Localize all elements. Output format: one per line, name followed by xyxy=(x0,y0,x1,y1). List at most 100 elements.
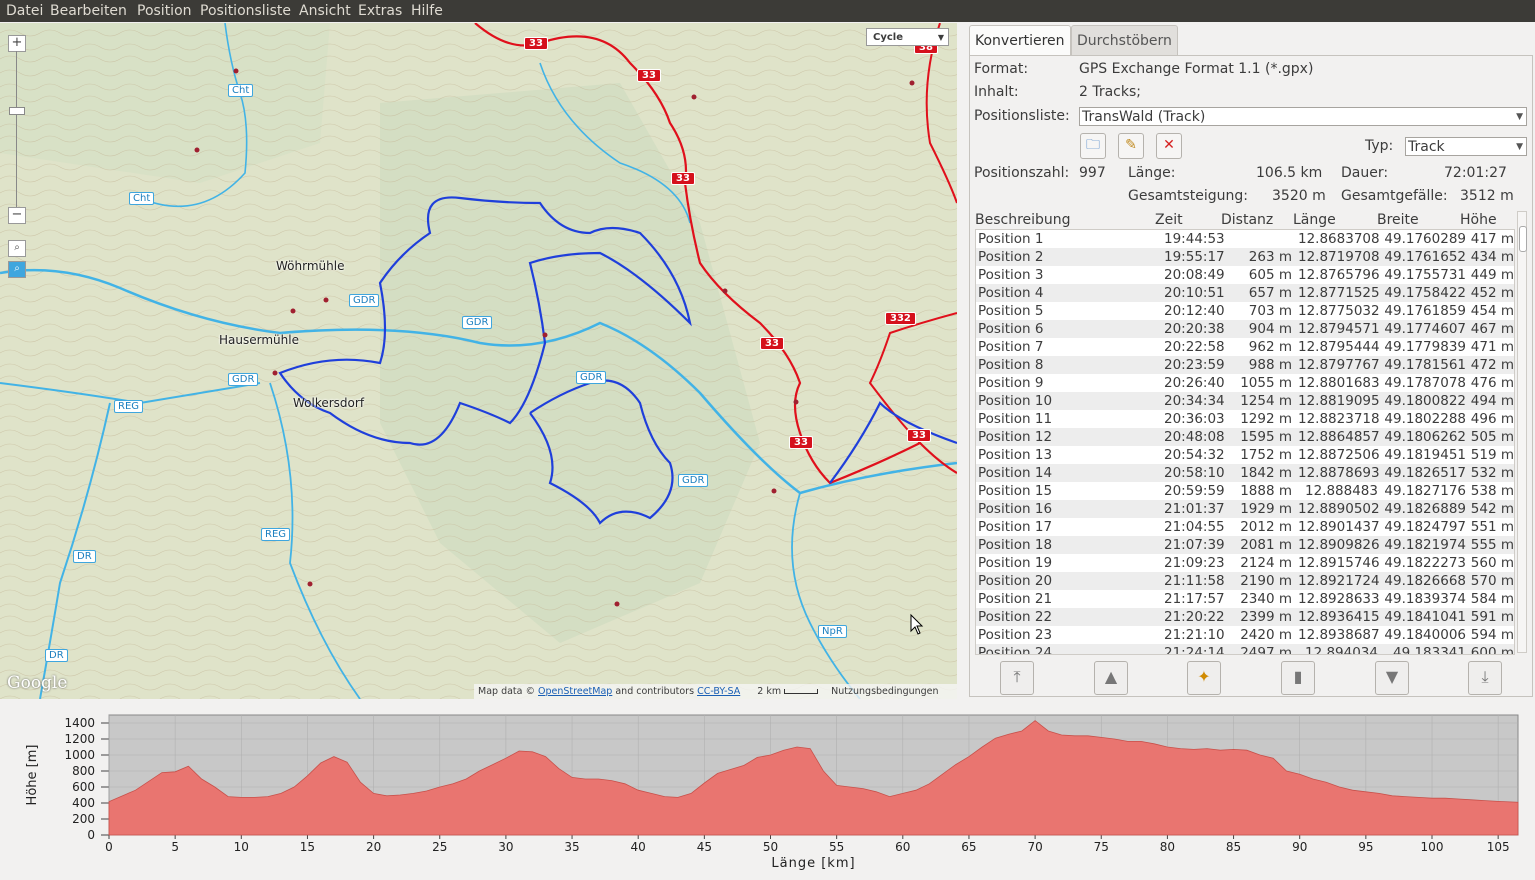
table-row[interactable]: Position 6 20:20:38 904 m 12.8794571 49.1774… xyxy=(976,320,1514,338)
table-row[interactable]: Position 2 19:55:17 263 m 12.8719708 49.1761… xyxy=(976,248,1514,266)
table-cell: 1752 m xyxy=(1240,447,1292,463)
arrow-down-icon: ▼ xyxy=(1385,667,1399,686)
table-cell: 600 m xyxy=(1470,645,1514,655)
move-bottom-button[interactable]: ⤓ xyxy=(1468,661,1502,695)
zoom-box-icon[interactable]: ⌕ xyxy=(8,240,26,257)
table-row[interactable]: Position 8 20:23:59 988 m 12.8797767 49.1781… xyxy=(976,356,1514,374)
bike-route-shield: GDR xyxy=(576,371,607,384)
bike-route-shield: GDR xyxy=(678,474,709,487)
table-cell: 449 m xyxy=(1470,267,1514,283)
table-row[interactable]: Position 14 20:58:10 1842 m 12.8878693 49.18… xyxy=(976,464,1514,482)
tab-durchstoebern[interactable]: Durchstöbern xyxy=(1071,25,1178,56)
x-tick-label: 15 xyxy=(300,840,315,854)
table-cell: Position 17 xyxy=(978,519,1053,535)
table-row[interactable]: Position 20 21:11:58 2190 m 12.8921724 49.18… xyxy=(976,572,1514,590)
zoom-slider-handle[interactable] xyxy=(9,107,25,115)
col-beschreibung[interactable]: Beschreibung xyxy=(975,211,1071,229)
poi-dot xyxy=(614,601,620,607)
table-row[interactable]: Position 7 20:22:58 962 m 12.8795444 49.1779… xyxy=(976,338,1514,356)
map-canvas[interactable] xyxy=(0,23,957,699)
type-select[interactable]: Track ▼ xyxy=(1405,137,1527,156)
poi-dot xyxy=(793,399,799,405)
table-row[interactable]: Position 4 20:10:51 657 m 12.8771525 49.1758… xyxy=(976,284,1514,302)
table-row[interactable]: Position 23 21:21:10 2420 m 12.8938687 49.18… xyxy=(976,626,1514,644)
table-cell: 49.1826668 xyxy=(1384,573,1466,589)
table-cell: 472 m xyxy=(1470,357,1514,373)
bike-route-shield: Cht xyxy=(228,84,254,97)
bike-route-shield: GDR xyxy=(462,316,493,329)
table-row[interactable]: Position 9 20:26:40 1055 m 12.8801683 49.178… xyxy=(976,374,1514,392)
zoom-slider-track[interactable] xyxy=(16,51,17,211)
table-row[interactable]: Position 16 21:01:37 1929 m 12.8890502 49.18… xyxy=(976,500,1514,518)
zoom-out-box-icon[interactable]: ⌕ xyxy=(8,261,26,278)
move-down-button[interactable]: ▼ xyxy=(1375,661,1409,695)
ascent-label: Gesamtsteigung: xyxy=(1128,188,1248,204)
license-link[interactable]: CC-BY-SA xyxy=(697,686,740,697)
scrollbar-thumb[interactable] xyxy=(1519,226,1527,252)
table-row[interactable]: Position 11 20:36:03 1292 m 12.8823718 49.18… xyxy=(976,410,1514,428)
menu-datei[interactable]: Datei xyxy=(6,2,43,20)
table-cell: 2420 m xyxy=(1240,627,1292,643)
move-up-button[interactable]: ▲ xyxy=(1094,661,1128,695)
table-row[interactable]: Position 5 20:12:40 703 m 12.8775032 49.1761… xyxy=(976,302,1514,320)
col-distanz[interactable]: Distanz xyxy=(1221,211,1273,229)
table-row[interactable]: Position 10 20:34:34 1254 m 12.8819095 49.18… xyxy=(976,392,1514,410)
col-breite[interactable]: Breite xyxy=(1377,211,1419,229)
x-tick-label: 45 xyxy=(697,840,712,854)
osm-link[interactable]: OpenStreetMap xyxy=(538,686,612,697)
table-row[interactable]: Position 12 20:48:08 1595 m 12.8864857 49.18… xyxy=(976,428,1514,446)
positions-table[interactable]: Position 1 19:44:53 12.8683708 49.1760289 41… xyxy=(975,229,1515,655)
table-row[interactable]: Position 1 19:44:53 12.8683708 49.1760289 41… xyxy=(976,230,1514,248)
positionsliste-label: Positionsliste: xyxy=(974,108,1070,124)
table-row[interactable]: Position 22 21:20:22 2399 m 12.8936415 49.18… xyxy=(976,608,1514,626)
zoom-in-button[interactable]: + xyxy=(8,35,26,52)
rename-list-button[interactable]: ✎ xyxy=(1118,133,1144,159)
table-cell: Position 19 xyxy=(978,555,1053,571)
zoom-out-button[interactable]: − xyxy=(8,207,26,224)
table-cell: Position 23 xyxy=(978,627,1053,643)
positionsliste-select[interactable]: TransWald (Track) ▼ xyxy=(1079,107,1527,126)
table-row[interactable]: Position 24 21:24:14 2497 m 12.894034 49.183… xyxy=(976,644,1514,655)
move-top-button[interactable]: ⤒ xyxy=(1000,661,1034,695)
table-row[interactable]: Position 17 21:04:55 2012 m 12.8901437 49.18… xyxy=(976,518,1514,536)
elevation-profile[interactable]: 0 200 400 600 800 1000 1200 1400 0 5 10 15 20 25 30 35 4… xyxy=(0,705,1535,876)
table-cell: 49.1802288 xyxy=(1384,411,1466,427)
table-cell: 2124 m xyxy=(1240,555,1292,571)
table-cell: 471 m xyxy=(1470,339,1514,355)
descent-label: Gesamtgefälle: xyxy=(1341,188,1448,204)
menu-positionsliste[interactable]: Positionsliste xyxy=(200,2,291,20)
menu-position[interactable]: Position xyxy=(137,2,192,20)
terms-link[interactable]: Nutzungsbedingungen xyxy=(831,686,938,697)
menu-hilfe[interactable]: Hilfe xyxy=(411,2,443,20)
arrow-up-icon: ▲ xyxy=(1104,667,1118,686)
y-axis-label: Höhe [m] xyxy=(25,745,40,806)
table-row[interactable]: Position 13 20:54:32 1752 m 12.8872506 49.18… xyxy=(976,446,1514,464)
table-row[interactable]: Position 18 21:07:39 2081 m 12.8909826 49.18… xyxy=(976,536,1514,554)
menu-extras[interactable]: Extras xyxy=(358,2,402,20)
col-hoehe[interactable]: Höhe xyxy=(1460,211,1497,229)
table-cell: Position 12 xyxy=(978,429,1053,445)
col-zeit[interactable]: Zeit xyxy=(1155,211,1183,229)
open-list-button[interactable]: 🗀 xyxy=(1080,133,1106,159)
map-view[interactable]: Wöhrmühle Hausermühle Wolkersdorf Cht Ch… xyxy=(0,23,957,699)
elevation-chart[interactable]: 0 200 400 600 800 1000 1200 1400 0 5 10 15 20 25 30 35 4… xyxy=(0,705,1535,876)
col-laenge[interactable]: Länge xyxy=(1293,211,1336,229)
table-row[interactable]: Position 15 20:59:59 1888 m 12.888483 49.182… xyxy=(976,482,1514,500)
add-position-button[interactable]: ✦ xyxy=(1187,661,1221,695)
table-scrollbar[interactable] xyxy=(1517,211,1527,653)
y-tick-label: 1400 xyxy=(64,716,95,730)
table-row[interactable]: Position 21 21:17:57 2340 m 12.8928633 49.18… xyxy=(976,590,1514,608)
table-cell: 555 m xyxy=(1470,537,1514,553)
table-cell: 12.8819095 xyxy=(1298,393,1380,409)
map-layer-selector[interactable]: Cycle ▼ xyxy=(866,28,949,46)
tab-konvertieren[interactable]: Konvertieren xyxy=(969,25,1071,56)
menu-bearbeiten[interactable]: Bearbeiten xyxy=(50,2,127,20)
table-row[interactable]: Position 19 21:09:23 2124 m 12.8915746 49.18… xyxy=(976,554,1514,572)
delete-list-button[interactable]: ✕ xyxy=(1156,133,1182,159)
table-row[interactable]: Position 3 20:08:49 605 m 12.8765796 49.1755… xyxy=(976,266,1514,284)
x-tick-label: 40 xyxy=(631,840,646,854)
delete-position-button[interactable]: ▮ xyxy=(1281,661,1315,695)
table-cell: Position 6 xyxy=(978,321,1044,337)
bike-route-shield: DR xyxy=(73,550,96,563)
menu-ansicht[interactable]: Ansicht xyxy=(299,2,351,20)
